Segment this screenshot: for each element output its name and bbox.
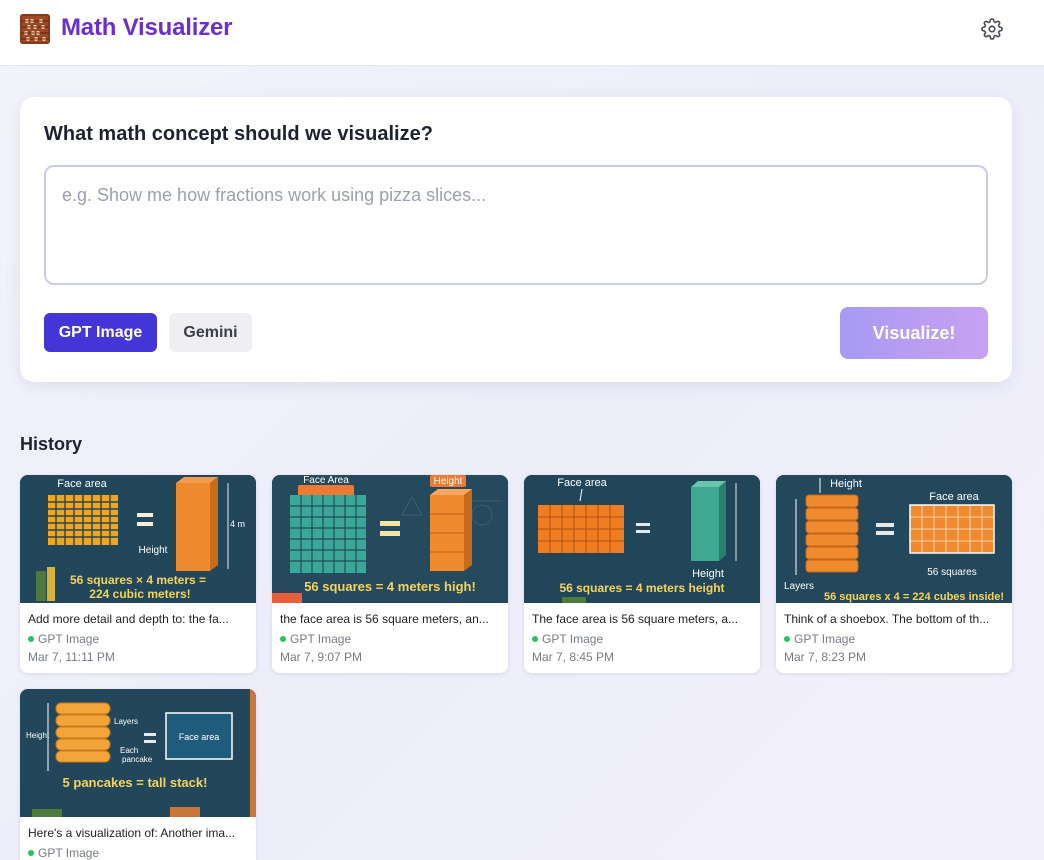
history-item[interactable]: Face area Height 56 squares = 4 meters h…	[524, 475, 760, 673]
history-thumbnail: Face Area Height 56 squares = 4 meters h…	[272, 475, 508, 603]
history-item-model: GPT Image	[784, 632, 855, 646]
thumbnail-label: pancake	[122, 755, 153, 764]
thumbnail-label: Height	[830, 478, 862, 490]
thumbnail-label: Height	[26, 731, 50, 740]
history-item[interactable]: Face area 4 m Height 56 squares × 4 mete…	[20, 475, 256, 673]
app-title: Math Visualizer	[61, 14, 233, 41]
history-item-model: GPT Image	[28, 846, 99, 860]
thumbnail-label: Face area	[179, 732, 220, 742]
thumbnail-label: Face Area	[303, 475, 349, 486]
history-item[interactable]: Face Area Height 56 squares = 4 meters h…	[272, 475, 508, 673]
thumbnail-label: Face area	[57, 478, 107, 490]
thumbnail-label: Height	[434, 476, 463, 487]
history-item-model: GPT Image	[28, 632, 99, 646]
concept-prompt-input[interactable]	[44, 165, 988, 285]
status-dot-icon	[28, 636, 34, 642]
gear-icon	[981, 18, 1003, 40]
model-label: GPT Image	[794, 632, 856, 646]
model-label: GPT Image	[38, 632, 100, 646]
thumbnail-caption: 56 squares = 4 meters high!	[304, 579, 476, 594]
settings-button[interactable]	[978, 15, 1006, 43]
model-label: GPT Image	[38, 846, 100, 860]
history-thumbnail: Face area Height 56 squares = 4 meters h…	[524, 475, 760, 603]
history-item-prompt: The face area is 56 square meters, a...	[532, 612, 739, 626]
history-thumbnail: Height Face area Layers 56 squares 56 sq…	[776, 475, 1012, 603]
history-item[interactable]: Layers Height Face area Each pancake 5 p…	[20, 689, 256, 860]
thumbnail-caption: 56 squares × 4 meters =	[70, 573, 206, 587]
history-thumbnail: Face area 4 m Height 56 squares × 4 mete…	[20, 475, 256, 603]
thumbnail-caption: 224 cubic meters!	[89, 587, 190, 601]
history-item-prompt: Here's a visualization of: Another ima..…	[28, 826, 236, 840]
thumbnail-caption: 56 squares = 4 meters height	[559, 581, 724, 595]
history-item-model: GPT Image	[280, 632, 351, 646]
status-dot-icon	[532, 636, 538, 642]
composer-title: What math concept should we visualize?	[44, 123, 433, 145]
status-dot-icon	[784, 636, 790, 642]
model-gpt-image-button[interactable]: GPT Image	[44, 313, 157, 352]
status-dot-icon	[28, 850, 34, 856]
thumbnail-label: Each	[120, 746, 138, 755]
face-area-grid	[48, 495, 118, 545]
thumbnail-label: Face area	[929, 491, 979, 503]
app-header: Math Visualizer	[0, 0, 1044, 66]
history-item-date: Mar 7, 9:07 PM	[280, 650, 363, 664]
thumbnail-label: 4 m	[230, 519, 245, 529]
history-thumbnail: Layers Height Face area Each pancake 5 p…	[20, 689, 256, 817]
abacus-icon	[20, 14, 50, 44]
history-title: History	[20, 434, 83, 454]
history-item-date: Mar 7, 8:45 PM	[532, 650, 615, 664]
history-item-prompt: the face area is 56 square meters, an...	[280, 612, 489, 626]
history-item-date: Mar 7, 11:11 PM	[28, 650, 115, 664]
model-label: GPT Image	[290, 632, 352, 646]
history-item-prompt: Think of a shoebox. The bottom of th...	[784, 612, 990, 626]
history-item[interactable]: Height Face area Layers 56 squares 56 sq…	[776, 475, 1012, 673]
thumbnail-label: 56 squares	[927, 567, 976, 578]
thumbnail-label: Layers	[784, 581, 814, 592]
history-item-prompt: Add more detail and depth to: the fa...	[28, 612, 229, 626]
history-item-model: GPT Image	[532, 632, 603, 646]
thumbnail-label: Face area	[557, 477, 607, 489]
thumbnail-label: Height	[139, 545, 168, 556]
status-dot-icon	[280, 636, 286, 642]
thumbnail-caption: 56 squares x 4 = 224 cubes inside!	[824, 591, 1004, 603]
model-label: GPT Image	[542, 632, 604, 646]
composer-card: What math concept should we visualize? G…	[20, 97, 1012, 382]
model-gemini-button[interactable]: Gemini	[169, 313, 252, 352]
visualize-button[interactable]: Visualize!	[840, 307, 988, 359]
history-item-date: Mar 7, 8:23 PM	[784, 650, 867, 664]
thumbnail-label: Layers	[114, 717, 138, 726]
thumbnail-caption: 5 pancakes = tall stack!	[63, 775, 208, 790]
thumbnail-label: Height	[692, 568, 724, 580]
